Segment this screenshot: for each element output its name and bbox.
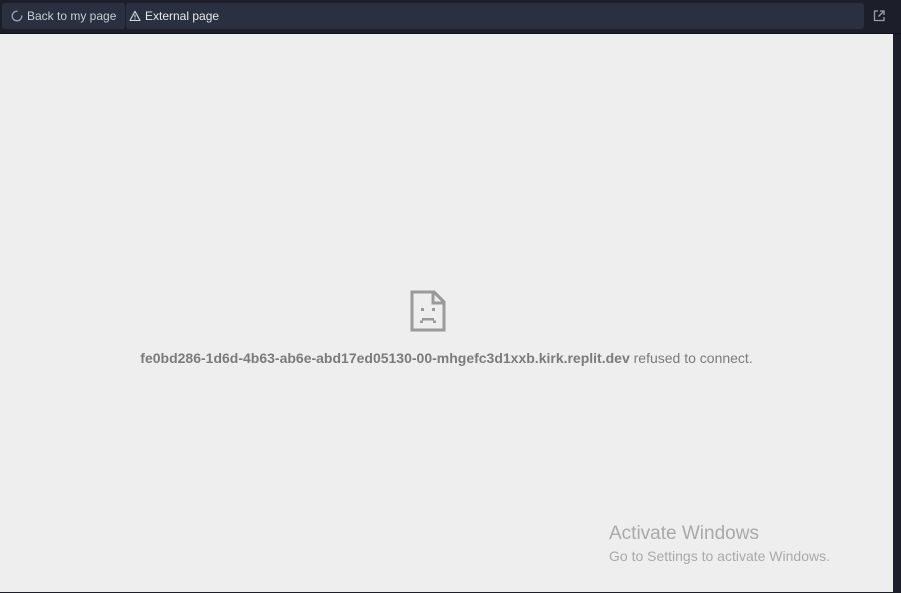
connection-error-message: fe0bd286-1d6d-4b63-ab6e-abd17ed05130-00-… bbox=[0, 350, 893, 366]
right-gutter bbox=[893, 34, 901, 593]
url-bar-label: External page bbox=[145, 9, 220, 23]
activate-windows-watermark: Activate Windows Go to Settings to activ… bbox=[609, 523, 830, 565]
warning-triangle-icon bbox=[129, 10, 141, 22]
iframe-content-area: fe0bd286-1d6d-4b63-ab6e-abd17ed05130-00-… bbox=[0, 34, 893, 592]
open-external-icon[interactable] bbox=[871, 8, 887, 24]
back-to-my-page-button[interactable]: Back to my page bbox=[2, 3, 125, 29]
loading-spinner-icon bbox=[11, 10, 23, 22]
sad-document-icon bbox=[410, 290, 446, 332]
error-host: fe0bd286-1d6d-4b63-ab6e-abd17ed05130-00-… bbox=[140, 350, 630, 366]
watermark-title: Activate Windows bbox=[609, 523, 759, 544]
back-button-label: Back to my page bbox=[27, 9, 117, 23]
watermark-subtitle: Go to Settings to activate Windows. bbox=[609, 548, 830, 564]
error-text: refused to connect. bbox=[633, 350, 753, 366]
preview-toolbar: Back to my page External page bbox=[0, 0, 901, 34]
url-bar[interactable]: External page bbox=[126, 3, 864, 29]
